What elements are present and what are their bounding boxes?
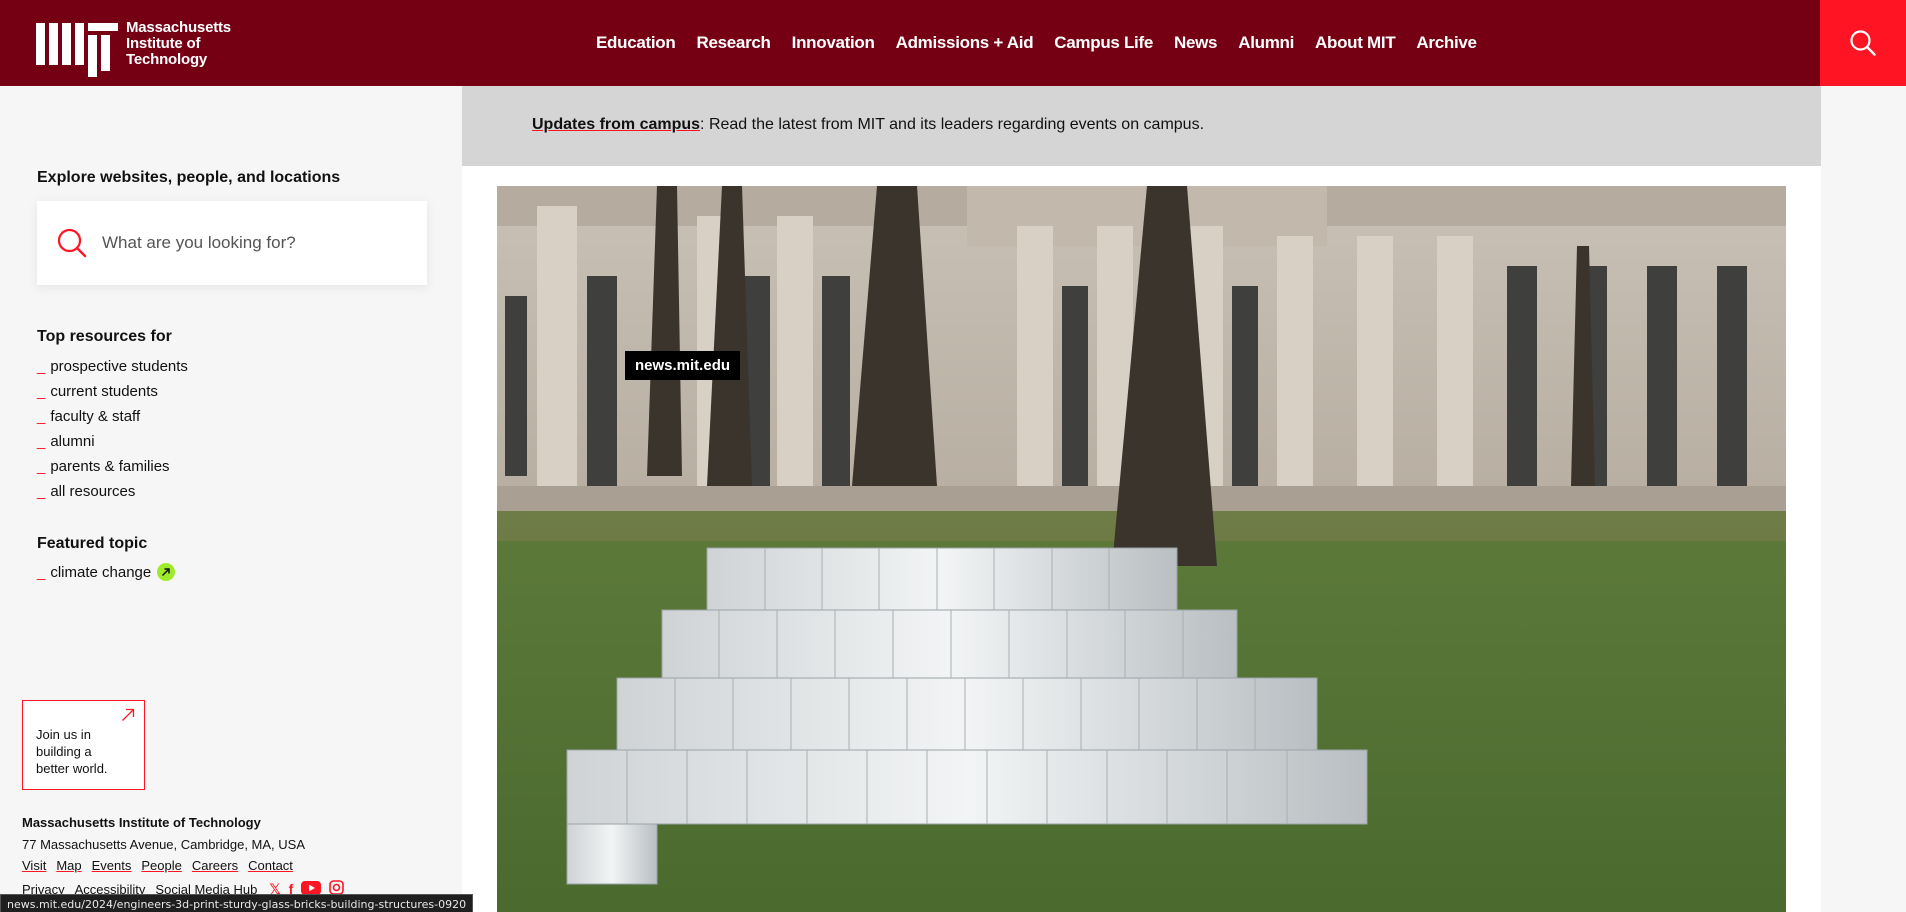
resource-label: all resources — [50, 483, 136, 500]
logo-wordmark: Massachusetts Institute of Technology — [126, 20, 231, 68]
nav-education[interactable]: Education — [596, 33, 676, 53]
browser-status-bar: news.mit.edu/2024/engineers-3d-print-stu… — [0, 894, 474, 912]
logo-line: Technology — [126, 51, 208, 68]
resource-link-parents-families[interactable]: _ parents & families — [37, 456, 188, 481]
top-resources-title: Top resources for — [37, 328, 172, 345]
resource-link-current-students[interactable]: _ current students — [37, 381, 188, 406]
resource-link-all-resources[interactable]: _ all resources — [37, 481, 188, 506]
footer-link-map[interactable]: Map — [56, 858, 81, 873]
search-icon — [1850, 30, 1876, 56]
featured-topic-title: Featured topic — [37, 535, 148, 552]
resource-label: prospective students — [50, 358, 188, 375]
hero-image[interactable]: news.mit.edu — [497, 186, 1786, 912]
footer-links: Visit Map Events People Careers Contact — [22, 858, 303, 873]
footer-address: 77 Massachusetts Avenue, Cambridge, MA, … — [22, 837, 306, 852]
logo-line: Massachusetts — [126, 19, 231, 36]
mit-logo-mark-icon — [36, 21, 118, 77]
join-line: building a — [36, 744, 92, 759]
updates-from-campus-link[interactable]: Updates from campus — [532, 116, 700, 133]
featured-topic-link[interactable]: _ climate change — [37, 563, 176, 581]
logo-line: Institute of — [126, 35, 201, 52]
join-line: better world. — [36, 761, 108, 776]
mit-logo[interactable]: Massachusetts Institute of Technology — [36, 20, 231, 77]
footer-link-visit[interactable]: Visit — [22, 858, 46, 873]
resource-label: alumni — [50, 433, 95, 450]
banner-message: : Read the latest from MIT and its leade… — [700, 116, 1205, 133]
resources-list: _ prospective students _ current students … — [37, 356, 188, 506]
site-header: Massachusetts Institute of Technology Ed… — [0, 0, 1906, 86]
explore-search-input[interactable] — [102, 233, 402, 253]
featured-topic-label: climate change — [50, 563, 152, 581]
glass-bricks-photo — [497, 186, 1786, 912]
nav-about-mit[interactable]: About MIT — [1315, 33, 1396, 53]
hero-source-tag[interactable]: news.mit.edu — [625, 351, 741, 380]
sidebar: Explore websites, people, and locations … — [0, 86, 462, 912]
resource-link-faculty-staff[interactable]: _ faculty & staff — [37, 406, 188, 431]
main-nav: Education Research Innovation Admissions… — [596, 0, 1498, 86]
footer-link-events[interactable]: Events — [92, 858, 132, 873]
footer-link-careers[interactable]: Careers — [192, 858, 238, 873]
join-us-card[interactable]: Join us in building a better world. — [22, 700, 145, 790]
nav-archive[interactable]: Archive — [1416, 33, 1477, 53]
right-margin — [1821, 86, 1906, 912]
nav-research[interactable]: Research — [696, 33, 770, 53]
arrow-up-right-icon — [157, 563, 176, 581]
resource-link-prospective-students[interactable]: _ prospective students — [37, 356, 188, 381]
explore-title: Explore websites, people, and locations — [37, 169, 341, 186]
join-line: Join us in — [36, 727, 91, 742]
nav-innovation[interactable]: Innovation — [792, 33, 875, 53]
resource-label: current students — [50, 383, 158, 400]
header-search-button[interactable] — [1820, 0, 1906, 86]
campus-updates-banner: Updates from campus: Read the latest fro… — [462, 86, 1821, 166]
footer-link-people[interactable]: People — [141, 858, 181, 873]
resource-link-alumni[interactable]: _ alumni — [37, 431, 188, 456]
nav-news[interactable]: News — [1174, 33, 1218, 53]
nav-alumni[interactable]: Alumni — [1238, 33, 1294, 53]
resource-label: faculty & staff — [50, 408, 141, 425]
search-icon — [57, 228, 87, 258]
footer-institution-name: Massachusetts Institute of Technology — [22, 815, 261, 830]
nav-campus-life[interactable]: Campus Life — [1054, 33, 1153, 53]
banner-text: Updates from campus: Read the latest fro… — [532, 116, 1204, 134]
arrow-up-right-icon — [122, 708, 135, 721]
explore-search-box[interactable] — [37, 201, 427, 285]
footer-link-contact[interactable]: Contact — [248, 858, 293, 873]
nav-admissions-aid[interactable]: Admissions + Aid — [896, 33, 1034, 53]
resource-label: parents & families — [50, 458, 170, 475]
